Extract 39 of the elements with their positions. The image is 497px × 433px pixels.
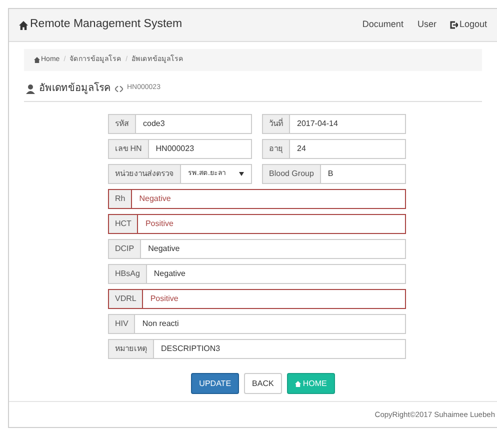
nav-link[interactable]: Logout [450,18,487,32]
home-icon [34,57,40,63]
field-label: VDRL [109,290,144,308]
input-field[interactable]: 24 [290,140,405,158]
input-field[interactable]: Positive [138,215,405,233]
input-field[interactable]: Non reacti [135,315,405,333]
nav-link[interactable]: Document [362,18,404,32]
logout-icon [450,21,458,29]
input-field[interactable]: Negative [132,190,405,208]
back-button[interactable]: BACK [244,373,282,394]
field-label: เลข HN [109,140,149,158]
field-label: DCIP [109,240,142,258]
input-field[interactable]: HN000023 [148,140,251,158]
home-icon [294,380,301,386]
input-field[interactable]: DESCRIPTION3 [154,340,405,358]
panel-title: อัพเดทข้อมูลโรค [39,81,111,96]
field-label: หน่วยงานส่งตรวจ [109,165,181,183]
home-icon [19,20,28,30]
nav-link[interactable]: User [417,18,436,32]
field-label: อายุ [263,140,290,158]
field-label: รหัส [109,115,136,133]
field-label: วันที่ [263,115,290,133]
input-field[interactable]: B [320,165,405,183]
input-field[interactable]: Negative [146,265,405,283]
input-field[interactable]: code3 [136,115,251,133]
input-field[interactable]: 2017-04-14 [290,115,405,133]
input-field[interactable]: Positive [143,290,405,308]
update-button[interactable]: UPDATE [191,373,240,394]
field-label: HCT [109,215,138,233]
field-label: หมายเหตุ [109,340,154,358]
brand-title[interactable]: Remote Management System [30,16,182,34]
code-icon [115,86,123,92]
field-label: Rh [109,190,132,208]
input-field[interactable]: Negative [141,240,405,258]
field-label: Blood Group [263,165,321,183]
field-label: HBsAg [109,265,147,283]
user-icon [26,84,35,94]
field-label: HIV [109,315,136,333]
caret-icon [239,172,244,176]
